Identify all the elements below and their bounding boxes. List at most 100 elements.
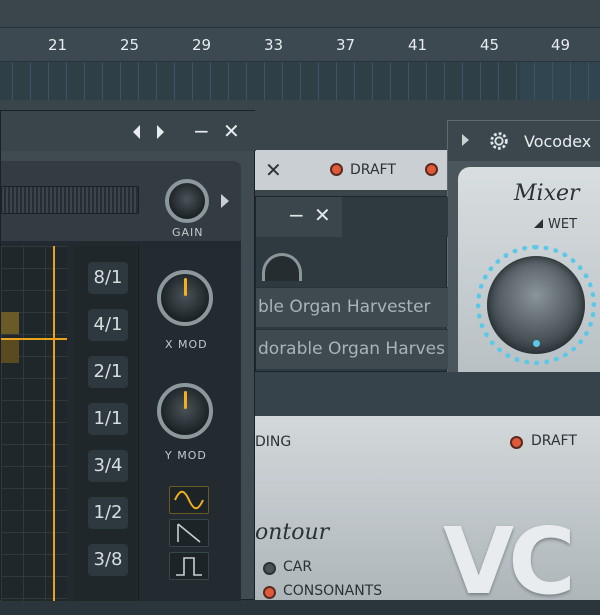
beat-tick — [372, 62, 373, 100]
consonants-label: CONSONANTS — [283, 583, 383, 599]
division-button[interactable]: 4/1 — [88, 309, 128, 341]
bar-number: 25 — [120, 36, 140, 54]
minimize-icon[interactable]: − — [288, 203, 305, 227]
plugin-titlebar[interactable]: − ✕ — [256, 197, 448, 237]
beat-tick — [516, 62, 517, 100]
beat-tick — [588, 62, 589, 100]
wet-label: WET — [548, 217, 578, 232]
division-button[interactable]: 8/1 — [88, 262, 128, 294]
division-button[interactable]: 2/1 — [88, 356, 128, 388]
vocodex-window[interactable]: Vocodex Mixer WET — [447, 120, 600, 381]
playlist-track-strip[interactable] — [0, 62, 600, 100]
mixer-panel: Mixer WET — [458, 167, 600, 381]
modulation-column: X MOD Y MOD — [138, 246, 241, 601]
gain-knob[interactable] — [165, 179, 209, 223]
beat-tick — [12, 62, 13, 100]
vocodex-titlebar[interactable]: Vocodex — [448, 121, 600, 161]
preset-row[interactable]: dorable Organ Harves — [256, 329, 448, 369]
panel-body: DING DRAFT ontour VC CAR CONSONANTS — [255, 416, 600, 615]
car-led-icon[interactable] — [263, 562, 276, 575]
gain-label: GAIN — [172, 226, 204, 239]
left-window-titlebar[interactable]: − ✕ — [1, 111, 256, 151]
wet-knob-indicator — [533, 340, 540, 347]
beat-tick — [300, 62, 301, 100]
car-label: CAR — [283, 559, 313, 575]
bar-number: 33 — [264, 36, 284, 54]
close-icon[interactable]: ✕ — [314, 203, 331, 227]
x-mod-knob[interactable] — [157, 270, 213, 326]
beat-tick — [102, 62, 103, 100]
beat-tick — [174, 62, 175, 100]
bar-number: 45 — [480, 36, 500, 54]
draft-led-icon[interactable] — [330, 163, 343, 176]
vocodex-title: Vocodex — [524, 132, 592, 151]
xy-grid[interactable] — [1, 246, 67, 601]
previous-arrow-icon[interactable] — [133, 125, 140, 139]
square-wave-icon — [176, 557, 202, 576]
beat-tick — [138, 62, 139, 100]
beat-tick — [498, 62, 499, 100]
beat-tick — [480, 62, 481, 100]
vocodex-main-panel[interactable]: DING DRAFT ontour VC CAR CONSONANTS — [255, 372, 600, 615]
division-button[interactable]: 1/2 — [88, 497, 128, 529]
division-button[interactable]: 3/8 — [88, 544, 128, 576]
beat-tick — [30, 62, 31, 100]
y-cursor-line — [1, 338, 67, 340]
gear-icon[interactable] — [488, 130, 510, 152]
formula-controller-window[interactable]: − ✕ GAIN 8/1 4/1 2/1 1/1 3/4 1/2 3/8 X M… — [0, 110, 256, 601]
bar-number: 49 — [551, 36, 571, 54]
preset-row[interactable]: ble Organ Harvester — [256, 287, 448, 327]
ramp-wave-icon — [177, 523, 201, 543]
square-wave-button[interactable] — [169, 552, 209, 580]
draft-label: DRAFT — [531, 433, 577, 449]
y-mod-knob[interactable] — [157, 383, 213, 439]
beat-tick — [228, 62, 229, 100]
grid-cell-active — [1, 312, 19, 334]
knob-needle — [183, 391, 187, 409]
close-icon[interactable]: ✕ — [223, 119, 240, 143]
beat-tick — [192, 62, 193, 100]
timeline-ruler[interactable]: 21 25 29 33 37 41 45 49 — [0, 28, 600, 62]
preset-name: dorable Organ Harves — [258, 339, 445, 359]
plugin-window[interactable]: − ✕ ble Organ Harvester dorable Organ Ha… — [255, 196, 448, 372]
beat-tick — [246, 62, 247, 100]
knob-partial[interactable] — [262, 253, 302, 281]
beat-tick — [264, 62, 265, 100]
panel-divider — [255, 372, 600, 416]
x-cursor-line — [53, 246, 55, 601]
ramp-wave-button[interactable] — [169, 519, 209, 547]
expand-arrow-icon[interactable] — [221, 194, 229, 208]
consonants-led-icon[interactable] — [263, 586, 276, 599]
knob-needle — [183, 278, 187, 296]
contour-label: ontour — [255, 520, 330, 545]
next-arrow-icon[interactable] — [157, 125, 164, 139]
titlebar-extension — [342, 197, 448, 237]
minimize-icon[interactable]: − — [193, 119, 210, 143]
beat-tick — [66, 62, 67, 100]
division-button[interactable]: 3/4 — [88, 450, 128, 482]
beat-tick — [210, 62, 211, 100]
beat-tick — [354, 62, 355, 100]
beat-tick — [390, 62, 391, 100]
beat-tick — [48, 62, 49, 100]
close-icon[interactable]: ✕ — [265, 158, 282, 182]
top-bar — [0, 0, 600, 28]
draft-led-icon[interactable] — [510, 436, 523, 449]
expand-arrow-icon[interactable] — [462, 134, 469, 146]
beat-tick — [408, 62, 409, 100]
beat-tick — [426, 62, 427, 100]
level-meter — [1, 186, 139, 214]
division-column: 8/1 4/1 2/1 1/1 3/4 1/2 3/8 — [74, 246, 136, 601]
draft-led-icon[interactable] — [425, 163, 438, 176]
beat-tick — [318, 62, 319, 100]
beat-tick — [570, 62, 571, 100]
background-plugin-header[interactable]: ✕ DRAFT — [255, 150, 447, 190]
sine-wave-icon — [174, 490, 204, 510]
wet-knob[interactable] — [476, 245, 596, 365]
beat-tick — [84, 62, 85, 100]
beat-tick — [444, 62, 445, 100]
sine-wave-button[interactable] — [169, 486, 209, 514]
division-button[interactable]: 1/1 — [88, 403, 128, 435]
beat-tick — [534, 62, 535, 100]
ding-label: DING — [255, 434, 292, 450]
